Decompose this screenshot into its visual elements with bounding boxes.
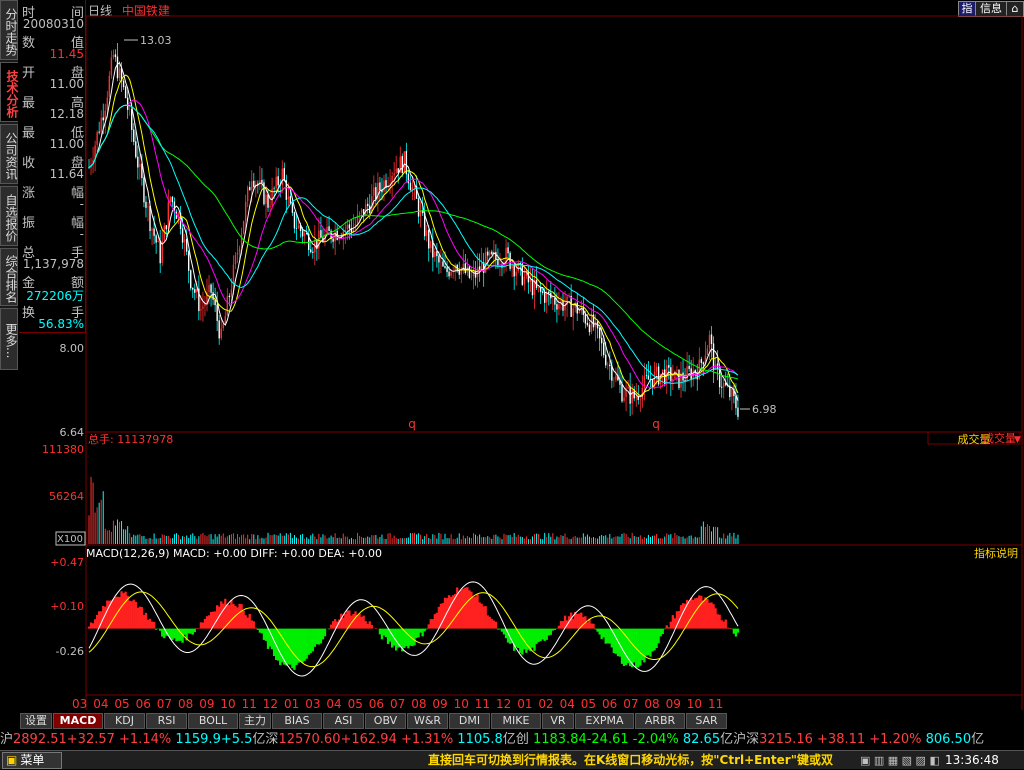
price-axis-label: 8.00: [60, 342, 85, 355]
ticker-segment: 亿: [252, 732, 266, 747]
q-mark: q: [408, 417, 416, 431]
month-label: 10: [220, 697, 235, 711]
indicator-tab[interactable]: 设置: [20, 713, 52, 729]
indicator-tab[interactable]: VR: [542, 713, 574, 729]
month-label: 11: [475, 697, 490, 711]
menu-button[interactable]: ▣ 菜单: [2, 752, 62, 769]
ticker-segment: 3215.16 +38.11 +1.20%: [759, 732, 922, 747]
volume-axis-label: 111380: [42, 443, 84, 456]
month-label: 06: [602, 697, 617, 711]
q-mark: q: [652, 417, 660, 431]
month-label: 01: [517, 697, 532, 711]
indicator-tab[interactable]: 主力: [239, 713, 271, 729]
indicator-tab[interactable]: KDJ: [104, 713, 145, 729]
month-label: 03: [72, 697, 87, 711]
volume-title: 总手: 11137978: [88, 432, 173, 446]
month-label: 09: [666, 697, 681, 711]
month-label: 06: [369, 697, 384, 711]
month-label: 09: [432, 697, 447, 711]
macd-axis-label: -0.26: [56, 645, 84, 658]
indicator-tab[interactable]: RSI: [146, 713, 187, 729]
indicator-tab[interactable]: MIKE: [491, 713, 541, 729]
month-label: 03: [305, 697, 320, 711]
ticker-segment: +32.57 +1.14%: [66, 732, 172, 747]
month-label: 08: [411, 697, 426, 711]
indicator-tab[interactable]: DMI: [449, 713, 490, 729]
indicator-tab[interactable]: ARBR: [635, 713, 685, 729]
month-label: 02: [538, 697, 553, 711]
ticker-segment: 沪: [0, 732, 14, 747]
ticker-segment: 亿: [502, 732, 516, 747]
month-label: 06: [136, 697, 151, 711]
indicator-tab[interactable]: W&R: [407, 713, 448, 729]
indicator-tab[interactable]: SAR: [686, 713, 727, 729]
ticker-segment: 亿: [720, 732, 734, 747]
macd-title: MACD(12,26,9) MACD: +0.00 DIFF: +0.00 DE…: [86, 547, 382, 560]
price-axis-label: 6.64: [60, 426, 85, 439]
month-label: 09: [199, 697, 214, 711]
ticker-segment: 1183.84-24.61 -2.04%: [528, 732, 679, 747]
volume-axis-label: 56264: [49, 490, 84, 503]
market-ticker: 沪2892.51+32.57 +1.14% 1159.9+5.5亿深12570.…: [0, 731, 1024, 749]
month-label: 07: [623, 697, 638, 711]
month-label: 10: [454, 697, 469, 711]
status-message: 直接回车可切换到行情报表。在K线窗口移动光标，按"Ctrl+Enter"键或双: [428, 753, 833, 767]
menu-icon: ▣: [6, 753, 18, 767]
month-label: 10: [687, 697, 702, 711]
ticker-segment: 深: [265, 732, 279, 747]
month-label: 11: [242, 697, 257, 711]
ticker-segment: 1105.8: [453, 732, 503, 747]
month-label: 05: [114, 697, 129, 711]
month-label: 04: [326, 697, 341, 711]
ticker-segment: 2892.51: [13, 732, 67, 747]
ticker-segment: 沪深: [733, 732, 760, 747]
indicator-tab[interactable]: OBV: [365, 713, 406, 729]
low-label: 6.98: [752, 403, 777, 416]
volume-unit: X100: [57, 534, 83, 545]
ticker-segment: 创: [515, 732, 529, 747]
dropdown-arrow-hidden: 成交量: [983, 431, 1016, 445]
status-bar: ▣ 菜单 直接回车可切换到行情报表。在K线窗口移动光标，按"Ctrl+Enter"…: [0, 750, 1024, 769]
indicator-tab[interactable]: EXPMA: [575, 713, 634, 729]
ticker-segment: 806.50: [921, 732, 972, 747]
month-label: 04: [93, 697, 108, 711]
month-label: 08: [178, 697, 193, 711]
ticker-segment: 1159.9+5.5: [171, 732, 253, 747]
indicator-tab-bar: 设置 MACD KDJ RSI BOLL 主力 BIAS ASI OBV W&R DMI MIKE VR…: [18, 712, 1024, 729]
ticker-segment: 12570.60: [278, 732, 341, 747]
macd-axis-label: +0.10: [50, 600, 84, 613]
month-label: 01: [284, 697, 299, 711]
macd-explain-button[interactable]: 指标说明: [974, 546, 1018, 560]
clock: 13:36:48: [945, 753, 999, 767]
kline-chart[interactable]: 8.00 6.64 111380 56264 X100 +0.47 +0.10 -0.26 总手…: [0, 0, 1024, 712]
month-label: 11: [708, 697, 723, 711]
month-label: 05: [348, 697, 363, 711]
status-icons: ▣ ▥ ▦ ▧ ▨ ◧: [860, 754, 940, 767]
chevron-down-icon: ▼: [1014, 435, 1021, 445]
ticker-segment: 82.65: [678, 732, 721, 747]
month-label: 04: [560, 697, 575, 711]
indicator-tab[interactable]: BOLL: [188, 713, 238, 729]
month-label: 12: [263, 697, 278, 711]
ticker-segment: +162.94 +1.31%: [340, 732, 454, 747]
month-label: 07: [390, 697, 405, 711]
month-label: 08: [644, 697, 659, 711]
month-label: 12: [496, 697, 511, 711]
macd-axis-label: +0.47: [50, 556, 84, 569]
month-label: 07: [157, 697, 172, 711]
high-label: 13.03: [140, 34, 172, 47]
indicator-tab[interactable]: ASI: [323, 713, 364, 729]
ticker-segment: 亿: [971, 732, 985, 747]
indicator-tab[interactable]: BIAS: [272, 713, 322, 729]
indicator-tab[interactable]: MACD: [53, 713, 103, 729]
month-label: 05: [581, 697, 596, 711]
